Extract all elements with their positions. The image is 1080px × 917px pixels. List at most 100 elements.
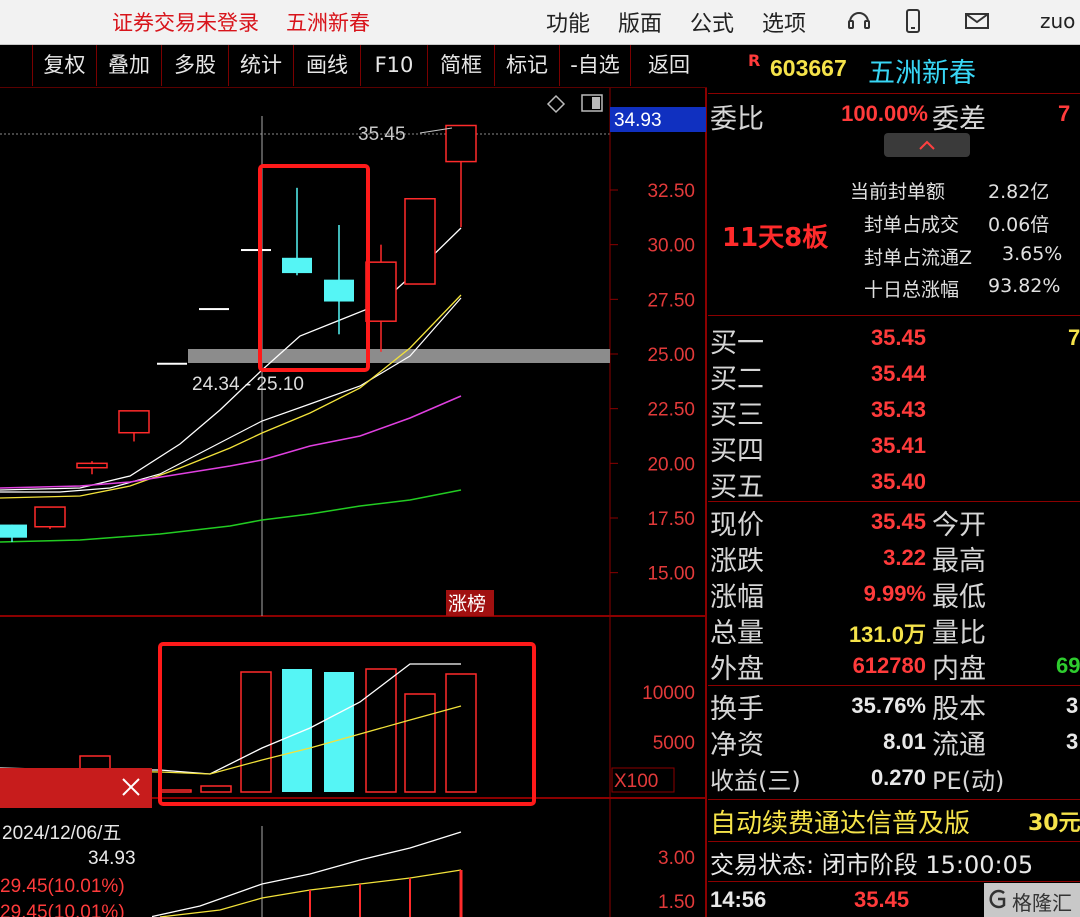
volume-bar: [404, 693, 436, 793]
fund-value: 8.01: [883, 729, 926, 754]
menu-formula[interactable]: 公式: [690, 6, 734, 38]
candle-body[interactable]: [34, 506, 66, 528]
stock-code: 603667: [770, 55, 847, 81]
ad-price[interactable]: 30元: [1028, 805, 1080, 837]
chevron-up-icon: [919, 140, 935, 150]
ad-text[interactable]: 自动续费通达信普及版: [710, 803, 970, 840]
ma5-line: [0, 297, 462, 493]
quote-panel: R 603667 五洲新春 委比 100.00% 委差 7 11天8板 当前封单…: [708, 45, 1080, 917]
indicator-axis: 3.00 1.50: [658, 848, 695, 913]
stat-value: 131.0万: [848, 622, 926, 647]
toolbar-multistock-button[interactable]: 多股: [162, 45, 229, 86]
indicator-tick-label: 3.00: [658, 848, 695, 869]
price-axis: 32.50 30.00 27.50 25.00 22.50 20.00 17.50 15.00: [610, 181, 695, 585]
bid-row-4[interactable]: 买四 35.41: [708, 427, 1080, 467]
vol-unit: X100: [614, 771, 658, 792]
login-status[interactable]: 证券交易未登录: [112, 7, 259, 37]
ma-unused: [0, 296, 461, 498]
current-price-tag: 34.93: [614, 110, 662, 131]
volume-bar: [445, 673, 477, 793]
wc-label: 委差: [932, 104, 986, 135]
wb-label: 委比: [710, 104, 764, 135]
candle-body[interactable]: [118, 410, 150, 434]
stat-label: 今开: [932, 510, 986, 541]
price-tick-label: 27.50: [647, 290, 695, 311]
menu-function[interactable]: 功能: [546, 6, 590, 38]
candle-body[interactable]: [365, 261, 397, 322]
toolbar-fuquan-button[interactable]: 复权: [33, 45, 97, 86]
ma-unused22: [0, 298, 461, 492]
chart-toolbar: 复权 叠加 多股 统计 画线 F10 简框 标记 -自选 返回: [0, 45, 707, 88]
fund-label: 净资: [710, 730, 764, 761]
price-tick-label: 25.00: [647, 345, 695, 366]
r-flag: R: [748, 51, 761, 70]
volume-bar: [160, 789, 192, 793]
candle-body[interactable]: [199, 308, 229, 311]
candle-body[interactable]: [0, 524, 27, 538]
candle-body[interactable]: [76, 462, 108, 469]
toolbar-draw-button[interactable]: 画线: [294, 45, 361, 86]
ten-day-label: 十日总涨幅: [864, 279, 960, 301]
volume-bar: [282, 669, 312, 792]
close-icon[interactable]: [120, 776, 142, 798]
stat-value: 3.22: [883, 545, 926, 570]
popup-line1: 29.45(10.01%): [0, 876, 125, 897]
toolbar-back-button[interactable]: 返回: [631, 45, 707, 86]
bid-label: 买五: [710, 472, 764, 503]
diamond-icon[interactable]: [546, 94, 566, 114]
collapse-button[interactable]: [884, 133, 970, 157]
zt-badge[interactable]: 涨榜: [448, 593, 486, 615]
stat-value: 9.99%: [863, 581, 926, 606]
seal-ratio-value: 0.06倍: [988, 214, 1050, 236]
mobile-icon[interactable]: [900, 8, 926, 34]
seal-float-value: 3.65%: [1002, 243, 1063, 265]
title-bar: 证券交易未登录 五洲新春 功能 版面 公式 选项 zuo: [0, 0, 1080, 45]
candle-body[interactable]: [324, 279, 354, 302]
candle-body[interactable]: [157, 362, 187, 365]
stat-label: 内盘: [932, 654, 986, 685]
toolbar-spacer: [0, 45, 33, 86]
divider: [708, 881, 1080, 882]
watermark-text: 格隆汇: [1012, 891, 1072, 915]
ma-unused21: [0, 298, 461, 492]
divider: [708, 685, 1080, 686]
toolbar-simple-button[interactable]: 简框: [428, 45, 495, 86]
message-icon[interactable]: [964, 8, 990, 34]
stock-name: 五洲新春: [868, 58, 976, 89]
toolbar-unwatch-button[interactable]: -自选: [560, 45, 631, 86]
panel-toggle-fill: [592, 97, 600, 109]
candles: [0, 124, 477, 543]
divider: [708, 799, 1080, 800]
ma-unused14: [0, 296, 461, 494]
headset-icon[interactable]: [846, 8, 872, 34]
toolbar-mark-button[interactable]: 标记: [495, 45, 560, 86]
stat-label: 最低: [932, 582, 986, 613]
menu-options[interactable]: 选项: [762, 6, 806, 38]
toolbar-f10-button[interactable]: F10: [361, 45, 428, 86]
user-name[interactable]: zuo: [1040, 9, 1075, 33]
board-tag: 11天8板: [722, 223, 829, 253]
bid-row-1[interactable]: 买一 35.45 7: [708, 319, 1080, 359]
candle-body[interactable]: [282, 257, 312, 274]
ind-line-white: [149, 831, 462, 917]
watermark: 格隆汇: [984, 883, 1080, 917]
ma-unused20: [0, 298, 461, 492]
toolbar-stats-button[interactable]: 统计: [229, 45, 294, 86]
candle-body[interactable]: [241, 249, 271, 252]
support-zone-label: 24.34 - 25.10: [192, 374, 304, 395]
bid-row-2[interactable]: 买二 35.44: [708, 355, 1080, 395]
stat-label: 外盘: [710, 654, 764, 685]
bid-row-5[interactable]: 买五 35.40: [708, 463, 1080, 503]
price-tick-label: 22.50: [647, 400, 695, 421]
candle-body[interactable]: [404, 197, 436, 285]
fund-value: 0.270: [870, 765, 926, 790]
price-tick-label: 17.50: [647, 509, 695, 530]
candle-body[interactable]: [445, 124, 477, 163]
fund-label: 股本: [932, 694, 986, 725]
menu-layout[interactable]: 版面: [618, 6, 662, 38]
stat-label: 最高: [932, 546, 986, 577]
volume-bar: [200, 785, 232, 793]
toolbar-overlay-button[interactable]: 叠加: [97, 45, 162, 86]
bid-row-3[interactable]: 买三 35.43: [708, 391, 1080, 431]
stat-value: 612780: [852, 653, 926, 678]
